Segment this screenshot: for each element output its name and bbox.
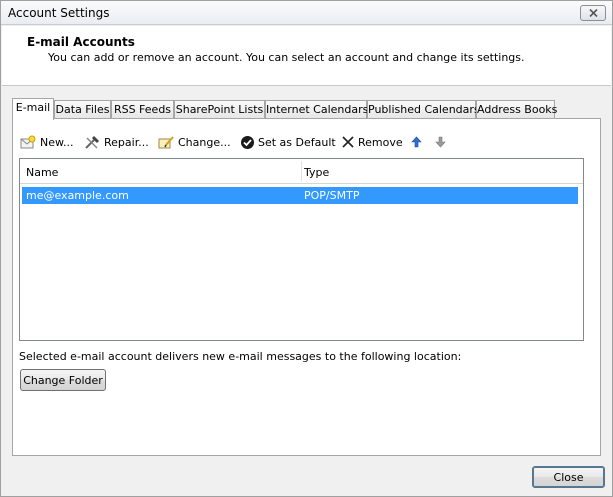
- accounts-list[interactable]: Name Type me@example.com POP/SMTP: [19, 158, 584, 341]
- close-icon: [589, 9, 598, 17]
- move-down-arrow-icon: [435, 136, 446, 148]
- remove-label: Remove: [358, 135, 403, 149]
- accounts-list-header: Name Type: [20, 159, 583, 184]
- move-up-arrow-icon: [411, 136, 422, 148]
- tab-rss-feeds[interactable]: RSS Feeds: [111, 100, 174, 119]
- new-label: New...: [40, 135, 74, 149]
- change-icon: [158, 135, 174, 148]
- repair-label: Repair...: [104, 135, 149, 149]
- column-header-name[interactable]: Name: [26, 166, 58, 179]
- header-title: E-mail Accounts: [27, 35, 135, 49]
- tab-data-files[interactable]: Data Files: [54, 100, 111, 119]
- delivery-location-note: Selected e-mail account delivers new e-m…: [19, 350, 462, 363]
- column-header-type[interactable]: Type: [304, 166, 329, 179]
- account-row-selected[interactable]: me@example.com POP/SMTP: [22, 187, 578, 204]
- set-default-check-icon: [241, 135, 254, 149]
- account-type: POP/SMTP: [304, 189, 360, 202]
- header-panel: E-mail Accounts You can add or remove an…: [2, 26, 611, 86]
- change-button[interactable]: Change...: [158, 132, 231, 152]
- remove-button[interactable]: Remove: [341, 132, 403, 152]
- new-button[interactable]: New...: [20, 132, 73, 152]
- remove-x-icon: [342, 136, 354, 148]
- repair-icon: [85, 135, 100, 149]
- tab-published-calendars[interactable]: Published Calendars: [367, 100, 480, 119]
- set-default-button[interactable]: Set as Default: [240, 132, 336, 152]
- title-bar[interactable]: Account Settings: [1, 1, 612, 25]
- repair-button[interactable]: Repair...: [84, 132, 149, 152]
- new-account-icon: [20, 135, 36, 148]
- move-up-button[interactable]: [411, 132, 425, 152]
- tab-address-books[interactable]: Address Books: [476, 100, 557, 119]
- set-default-label: Set as Default: [258, 135, 336, 149]
- column-separator[interactable]: [301, 161, 302, 182]
- move-down-button[interactable]: [435, 132, 449, 152]
- account-name: me@example.com: [26, 189, 129, 202]
- window-close-button[interactable]: [580, 5, 606, 21]
- change-label: Change...: [178, 135, 231, 149]
- window-title: Account Settings: [8, 6, 110, 20]
- close-button[interactable]: Close: [532, 466, 605, 488]
- account-settings-window: Account Settings E-mail Accounts You can…: [0, 0, 613, 497]
- tab-sharepoint-lists[interactable]: SharePoint Lists: [174, 100, 265, 119]
- change-folder-button[interactable]: Change Folder: [20, 369, 106, 391]
- header-description: You can add or remove an account. You ca…: [48, 51, 525, 64]
- tab-email[interactable]: E-mail: [12, 98, 54, 120]
- tab-internet-calendars[interactable]: Internet Calendars: [265, 100, 368, 119]
